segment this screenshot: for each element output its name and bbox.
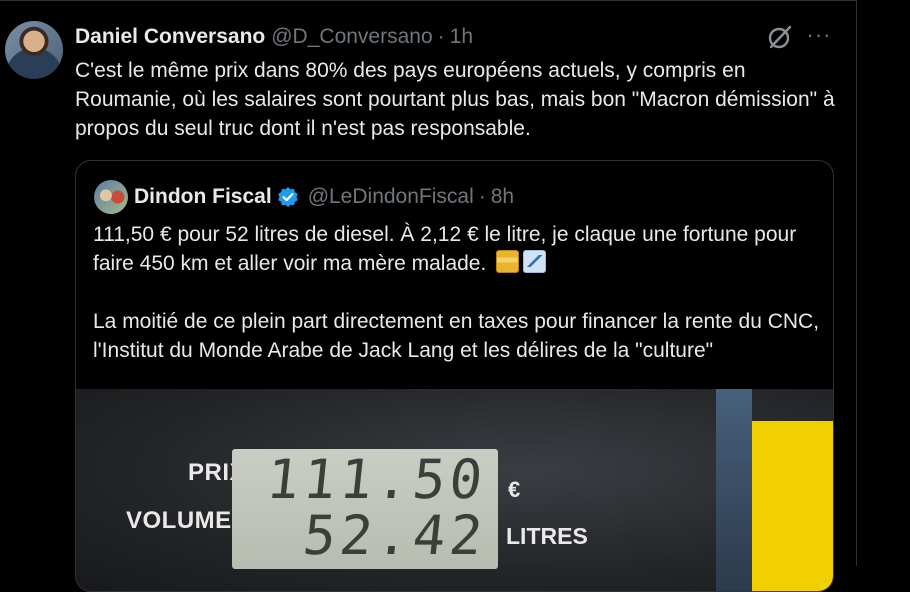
avatar[interactable] xyxy=(5,21,63,79)
separator-dot: · xyxy=(437,25,445,48)
more-options-icon[interactable]: ··· xyxy=(806,24,832,49)
quoted-paragraph-2: La moitié de ce plein part directement e… xyxy=(93,310,820,362)
author-handle[interactable]: @D_Conversano xyxy=(271,25,432,49)
pump-side-strip xyxy=(716,389,752,591)
post-time[interactable]: 1h xyxy=(450,25,473,49)
pump-price-digits: 111.50 xyxy=(263,448,490,511)
quoted-post-time[interactable]: 8h xyxy=(491,185,514,209)
grok-icon[interactable] xyxy=(766,24,794,50)
quoted-post-card[interactable]: Dindon Fiscal @LeDindonFiscal · 8h 111,5… xyxy=(75,160,834,592)
pump-currency-symbol: € xyxy=(508,477,521,502)
verified-badge-icon xyxy=(277,186,299,208)
quoted-paragraph-1-text: 111,50 € pour 52 litres de diesel. À 2,1… xyxy=(93,223,797,275)
post-image[interactable]: PRIX VOLUME 111.50 52.42 € LITRES xyxy=(76,389,833,591)
quoted-author-name[interactable]: Dindon Fiscal xyxy=(134,185,272,209)
post-text: C'est le même prix dans 80% des pays eur… xyxy=(75,59,841,140)
quoted-author-handle[interactable]: @LeDindonFiscal xyxy=(308,185,474,209)
post-header: Daniel Conversano @D_Conversano · 1h xyxy=(75,24,473,50)
quoted-avatar[interactable] xyxy=(94,180,128,214)
pump-label-volume: VOLUME xyxy=(126,507,232,534)
quoted-separator-dot: · xyxy=(478,185,486,208)
chart-decreasing-icon xyxy=(523,250,547,273)
pump-volume-digits: 52.42 xyxy=(300,504,490,567)
quoted-post-header: Dindon Fiscal @LeDindonFiscal · 8h xyxy=(134,183,514,211)
fuel-pump-icon xyxy=(496,250,520,273)
pump-lcd-screen: 111.50 52.42 xyxy=(232,448,498,569)
top-divider xyxy=(0,0,856,1)
author-name[interactable]: Daniel Conversano xyxy=(75,25,265,49)
quoted-post-text: 111,50 € pour 52 litres de diesel. À 2,1… xyxy=(93,220,823,365)
column-divider xyxy=(856,0,857,566)
pump-unit-label: LITRES xyxy=(506,523,588,549)
quoted-paragraph-1: 111,50 € pour 52 litres de diesel. À 2,1… xyxy=(93,220,823,278)
